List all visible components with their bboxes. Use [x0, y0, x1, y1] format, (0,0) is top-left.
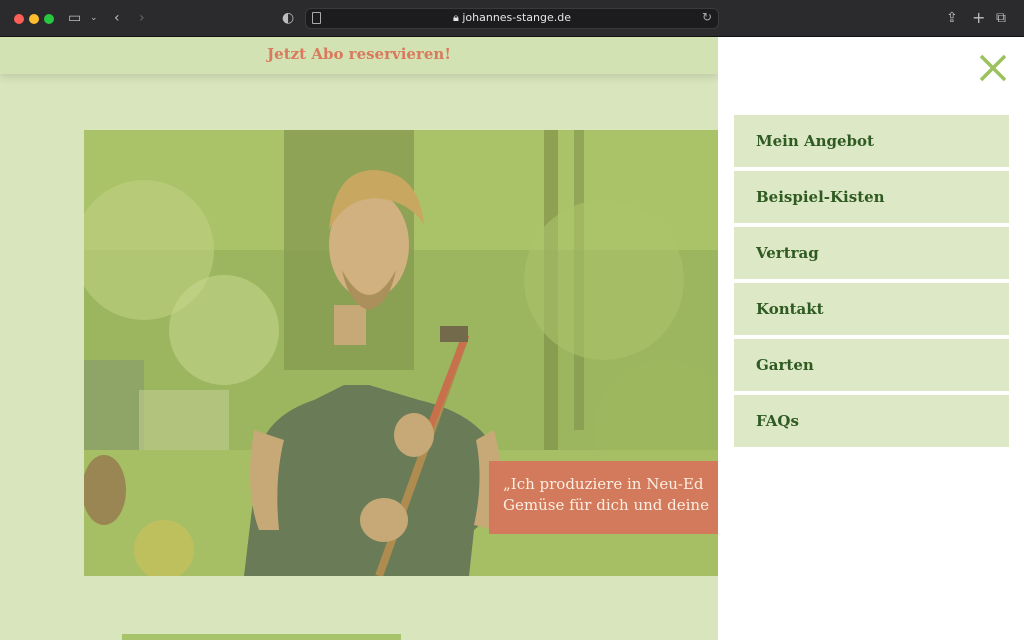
sidebar-icon[interactable]: ▭ — [68, 9, 81, 27]
share-icon[interactable]: ⇪ — [946, 9, 958, 27]
quote-line-2: Gemüse für dich und deine — [503, 496, 709, 514]
reload-icon[interactable]: ↻ — [702, 10, 712, 24]
menu-item-faqs[interactable]: FAQs — [734, 395, 1009, 447]
lock-icon: 🔒︎ — [452, 11, 463, 24]
new-tab-icon[interactable]: + — [972, 9, 985, 27]
zoom-window-button[interactable] — [44, 14, 54, 24]
browser-toolbar: ▭ ⌄ ‹ › ◐ 🔒︎ johannes-stange.de ↻ ⇪ + ⧉ — [0, 0, 1024, 37]
navigation-menu-panel: Mein Angebot Beispiel-Kisten Vertrag Kon… — [718, 37, 1024, 640]
reserve-subscription-link[interactable]: Jetzt Abo reservieren! — [267, 45, 451, 63]
website-content: Jetzt Abo reservieren! „Ich produziere i… — [0, 37, 718, 640]
url-label: johannes-stange.de — [462, 11, 572, 24]
bottom-accent-bar — [122, 634, 401, 640]
close-icon[interactable] — [978, 53, 1008, 83]
address-bar[interactable]: 🔒︎ johannes-stange.de ↻ — [305, 8, 719, 29]
back-icon[interactable]: ‹ — [114, 9, 120, 27]
quote-box: „Ich produziere in Neu-Ed Gemüse für dic… — [489, 461, 718, 534]
menu-item-beispiel-kisten[interactable]: Beispiel-Kisten — [734, 171, 1009, 223]
quote-line-1: „Ich produziere in Neu-Ed — [503, 475, 704, 493]
forward-icon[interactable]: › — [139, 9, 145, 27]
shield-icon[interactable]: ◐ — [282, 9, 294, 27]
menu-item-garten[interactable]: Garten — [734, 339, 1009, 391]
url-text[interactable]: 🔒︎ johannes-stange.de — [306, 11, 718, 25]
close-window-button[interactable] — [14, 14, 24, 24]
menu-item-kontakt[interactable]: Kontakt — [734, 283, 1009, 335]
promo-banner: Jetzt Abo reservieren! — [0, 37, 718, 74]
chevron-down-icon[interactable]: ⌄ — [90, 9, 98, 27]
menu-item-mein-angebot[interactable]: Mein Angebot — [734, 115, 1009, 167]
menu-list: Mein Angebot Beispiel-Kisten Vertrag Kon… — [734, 115, 1009, 451]
menu-item-vertrag[interactable]: Vertrag — [734, 227, 1009, 279]
minimize-window-button[interactable] — [29, 14, 39, 24]
tabs-icon[interactable]: ⧉ — [996, 9, 1006, 27]
